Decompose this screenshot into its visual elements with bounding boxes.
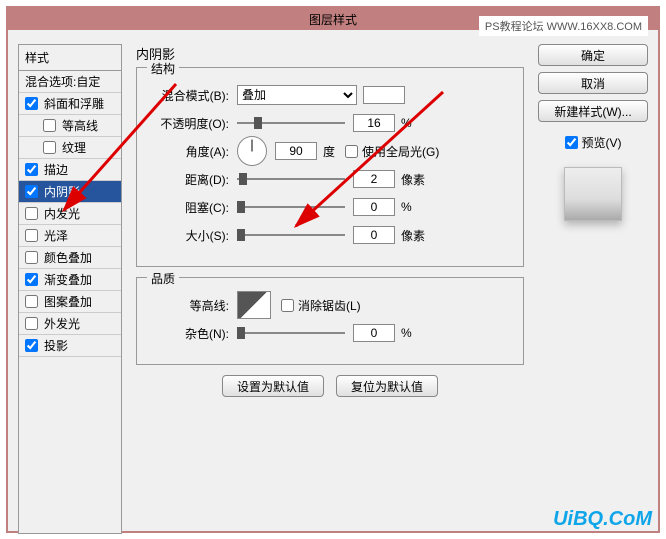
size-unit: 像素 — [401, 227, 425, 244]
size-slider[interactable] — [237, 227, 345, 243]
cancel-button[interactable]: 取消 — [538, 72, 648, 94]
right-panel: 确定 取消 新建样式(W)... 预览(V) — [538, 44, 648, 221]
style-item-checkbox[interactable] — [25, 229, 38, 242]
choke-unit: % — [401, 200, 412, 214]
size-input[interactable]: 0 — [353, 226, 395, 244]
style-item-3[interactable]: 描边 — [19, 159, 121, 181]
style-item-1[interactable]: 等高线 — [19, 115, 121, 137]
opacity-slider[interactable] — [237, 115, 345, 131]
window-title: 图层样式 — [309, 11, 357, 28]
contour-picker[interactable] — [237, 291, 271, 319]
style-item-label: 渐变叠加 — [44, 271, 92, 288]
quality-legend: 品质 — [147, 270, 179, 287]
style-item-label: 描边 — [44, 161, 68, 178]
ok-button[interactable]: 确定 — [538, 44, 648, 66]
style-item-10[interactable]: 外发光 — [19, 313, 121, 335]
new-style-button[interactable]: 新建样式(W)... — [538, 100, 648, 122]
make-default-button[interactable]: 设置为默认值 — [222, 375, 324, 397]
section-title: 内阴影 — [136, 44, 524, 63]
style-item-label: 纹理 — [62, 139, 86, 156]
style-item-checkbox[interactable] — [25, 317, 38, 330]
center-panel: 内阴影 结构 混合模式(B): 叠加 不透明度(O): 16 % 角度(A): — [136, 44, 524, 397]
style-item-label: 图案叠加 — [44, 293, 92, 310]
style-item-checkbox[interactable] — [25, 273, 38, 286]
style-item-label: 等高线 — [62, 117, 98, 134]
angle-input[interactable]: 90 — [275, 142, 317, 160]
style-item-0[interactable]: 斜面和浮雕 — [19, 93, 121, 115]
distance-unit: 像素 — [401, 171, 425, 188]
distance-slider[interactable] — [237, 171, 345, 187]
watermark-top: PS教程论坛 WWW.16XX8.COM — [479, 16, 648, 36]
angle-dial[interactable] — [237, 136, 267, 166]
style-item-checkbox[interactable] — [43, 141, 56, 154]
angle-unit: 度 — [323, 143, 335, 160]
distance-label: 距离(D): — [149, 171, 237, 188]
preview-label: 预览(V) — [582, 134, 622, 151]
style-item-4[interactable]: 内阴影 — [19, 181, 121, 203]
opacity-unit: % — [401, 116, 412, 130]
contour-label: 等高线: — [149, 297, 237, 314]
noise-unit: % — [401, 326, 412, 340]
style-item-label: 投影 — [44, 337, 68, 354]
blend-mode-label: 混合模式(B): — [149, 87, 237, 104]
style-item-9[interactable]: 图案叠加 — [19, 291, 121, 313]
global-light-label: 使用全局光(G) — [362, 143, 439, 160]
structure-legend: 结构 — [147, 60, 179, 77]
style-item-6[interactable]: 光泽 — [19, 225, 121, 247]
style-item-checkbox[interactable] — [25, 163, 38, 176]
styles-header: 样式 — [19, 45, 121, 71]
style-item-label: 光泽 — [44, 227, 68, 244]
choke-input[interactable]: 0 — [353, 198, 395, 216]
noise-input[interactable]: 0 — [353, 324, 395, 342]
choke-slider[interactable] — [237, 199, 345, 215]
style-item-7[interactable]: 颜色叠加 — [19, 247, 121, 269]
style-item-11[interactable]: 投影 — [19, 335, 121, 357]
style-item-5[interactable]: 内发光 — [19, 203, 121, 225]
preview-thumbnail — [564, 167, 622, 221]
quality-fieldset: 品质 等高线: 消除锯齿(L) 杂色(N): 0 % — [136, 277, 524, 365]
style-item-checkbox[interactable] — [43, 119, 56, 132]
structure-fieldset: 结构 混合模式(B): 叠加 不透明度(O): 16 % 角度(A): 90 — [136, 67, 524, 267]
choke-label: 阻塞(C): — [149, 199, 237, 216]
preview-checkbox[interactable] — [565, 136, 578, 149]
style-item-checkbox[interactable] — [25, 207, 38, 220]
style-item-label: 颜色叠加 — [44, 249, 92, 266]
size-label: 大小(S): — [149, 227, 237, 244]
styles-list: 样式 混合选项:自定 斜面和浮雕等高线纹理描边内阴影内发光光泽颜色叠加渐变叠加图… — [18, 44, 122, 534]
style-item-checkbox[interactable] — [25, 295, 38, 308]
opacity-input[interactable]: 16 — [353, 114, 395, 132]
angle-label: 角度(A): — [149, 143, 237, 160]
style-item-checkbox[interactable] — [25, 251, 38, 264]
color-swatch[interactable] — [363, 86, 405, 104]
blend-mode-select[interactable]: 叠加 — [237, 85, 357, 105]
noise-label: 杂色(N): — [149, 325, 237, 342]
noise-slider[interactable] — [237, 325, 345, 341]
style-item-8[interactable]: 渐变叠加 — [19, 269, 121, 291]
distance-input[interactable]: 2 — [353, 170, 395, 188]
blending-options[interactable]: 混合选项:自定 — [19, 71, 121, 93]
style-item-label: 斜面和浮雕 — [44, 95, 104, 112]
antialias-label: 消除锯齿(L) — [298, 297, 361, 314]
antialias-checkbox[interactable] — [281, 299, 294, 312]
watermark-bottom: UiBQ.CoM — [553, 508, 652, 531]
style-item-2[interactable]: 纹理 — [19, 137, 121, 159]
global-light-checkbox[interactable] — [345, 145, 358, 158]
style-item-label: 外发光 — [44, 315, 80, 332]
style-item-checkbox[interactable] — [25, 339, 38, 352]
style-item-label: 内阴影 — [44, 183, 80, 200]
style-item-checkbox[interactable] — [25, 97, 38, 110]
style-item-checkbox[interactable] — [25, 185, 38, 198]
style-item-label: 内发光 — [44, 205, 80, 222]
reset-default-button[interactable]: 复位为默认值 — [336, 375, 438, 397]
opacity-label: 不透明度(O): — [149, 115, 237, 132]
